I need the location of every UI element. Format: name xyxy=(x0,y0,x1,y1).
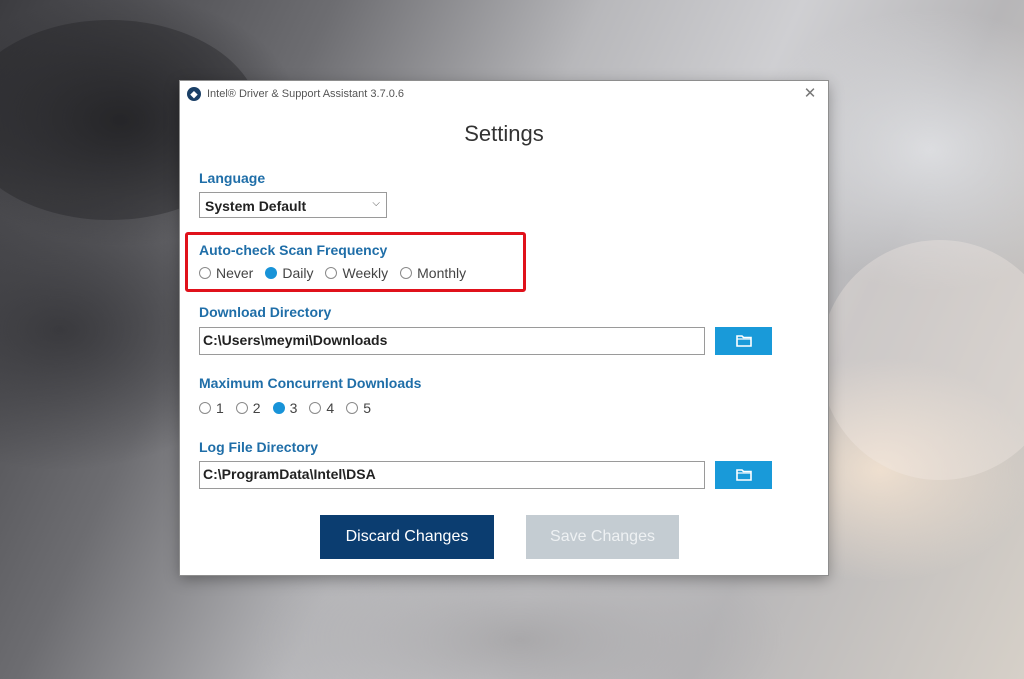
chevron-down-icon: ⌵ xyxy=(372,198,380,209)
radio-1[interactable]: 1 xyxy=(199,400,224,416)
highlight-box xyxy=(185,232,526,292)
radio-button[interactable] xyxy=(346,402,359,414)
radio-button[interactable] xyxy=(325,267,338,279)
radio-button[interactable] xyxy=(199,267,211,279)
language-select[interactable]: System Default ⌵ xyxy=(199,192,387,218)
download-directory-label: Download Directory xyxy=(199,304,332,320)
radio-button[interactable] xyxy=(400,267,413,279)
save-changes-button[interactable]: Save Changes xyxy=(526,515,679,559)
log-directory-label: Log File Directory xyxy=(199,439,319,455)
radio-daily[interactable]: Daily xyxy=(265,265,313,281)
close-button[interactable]: ✕ xyxy=(798,83,822,105)
settings-window: ◆ Intel® Driver & Support Assistant 3.7.… xyxy=(180,81,828,575)
intel-dsa-icon: ◆ xyxy=(187,87,201,101)
radio-4[interactable]: 4 xyxy=(309,400,334,416)
radio-button-selected[interactable] xyxy=(272,402,285,414)
radio-label: Never xyxy=(216,265,254,281)
log-directory-value: C:\ProgramData\Intel\DSA xyxy=(203,466,376,482)
window-title: Intel® Driver & Support Assistant 3.7.0.… xyxy=(207,88,405,100)
radio-label: Monthly xyxy=(417,265,467,281)
radio-button-selected[interactable] xyxy=(265,267,278,279)
radio-label: 2 xyxy=(252,400,261,416)
title-bar: ◆ Intel® Driver & Support Assistant 3.7.… xyxy=(180,81,828,109)
language-selected-value: System Default xyxy=(205,198,307,214)
radio-label: 5 xyxy=(363,400,371,416)
folder-icon xyxy=(736,335,752,347)
page-title: Settings xyxy=(464,121,544,146)
radio-monthly[interactable]: Monthly xyxy=(400,265,466,281)
max-downloads-options: 1 2 3 4 5 xyxy=(199,398,383,418)
folder-icon xyxy=(736,469,752,481)
radio-label: 3 xyxy=(289,400,298,416)
radio-label: 1 xyxy=(216,400,224,416)
scan-frequency-label: Auto-check Scan Frequency xyxy=(199,242,388,258)
radio-button[interactable] xyxy=(235,402,248,414)
log-directory-input[interactable]: C:\ProgramData\Intel\DSA xyxy=(199,461,705,489)
max-downloads-label: Maximum Concurrent Downloads xyxy=(199,375,422,391)
radio-label: 4 xyxy=(326,400,335,416)
background-snow xyxy=(820,240,1024,480)
radio-weekly[interactable]: Weekly xyxy=(325,265,388,281)
discard-changes-button[interactable]: Discard Changes xyxy=(320,515,494,559)
radio-2[interactable]: 2 xyxy=(235,400,261,416)
radio-label: Daily xyxy=(282,265,314,281)
browse-log-directory-button[interactable] xyxy=(715,461,772,489)
radio-button[interactable] xyxy=(199,402,211,414)
download-directory-value: C:\Users\meymi\Downloads xyxy=(203,332,388,348)
scan-frequency-options: Never Daily Weekly Monthly xyxy=(199,263,478,283)
radio-label: Weekly xyxy=(342,265,389,281)
language-label: Language xyxy=(199,170,266,186)
radio-5[interactable]: 5 xyxy=(346,400,371,416)
radio-never[interactable]: Never xyxy=(199,265,253,281)
radio-3[interactable]: 3 xyxy=(272,400,298,416)
radio-button[interactable] xyxy=(309,402,322,414)
browse-download-directory-button[interactable] xyxy=(715,327,772,355)
download-directory-input[interactable]: C:\Users\meymi\Downloads xyxy=(199,327,705,355)
